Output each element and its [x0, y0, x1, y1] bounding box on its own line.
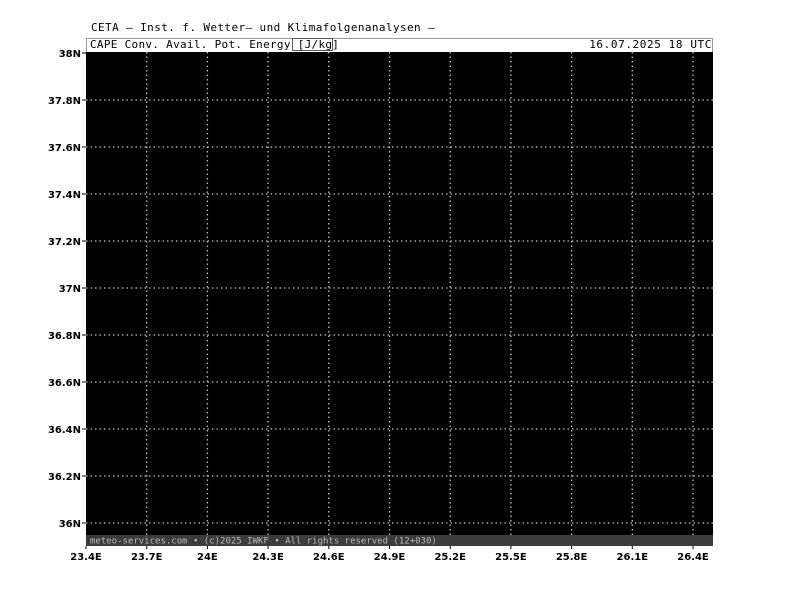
longitude-label: 24.6E — [313, 552, 345, 563]
map-background — [86, 52, 713, 546]
latitude-labels: 38N 37.8N 37.6N 37.4N 37.2N 37N 36.8N 36.6N 36.4… — [48, 49, 81, 530]
latitude-label: 36.6N — [48, 378, 81, 389]
weather-map: 38N 37.8N 37.6N 37.4N 37.2N 37N 36.8N 36.6N 36.4… — [48, 49, 713, 563]
longitude-label: 23.4E — [70, 552, 102, 563]
latitude-label: 36.4N — [48, 425, 81, 436]
longitude-label: 25.8E — [556, 552, 588, 563]
longitude-label: 24.9E — [374, 552, 406, 563]
latitude-label: 36.2N — [48, 472, 81, 483]
longitude-label: 25.2E — [434, 552, 466, 563]
latitude-label: 38N — [59, 49, 81, 60]
longitude-label: 26.4E — [677, 552, 709, 563]
latitude-label: 37N — [59, 284, 81, 295]
latitude-label: 37.6N — [48, 143, 81, 154]
longitude-label: 24E — [197, 552, 218, 563]
longitude-label: 24.3E — [252, 552, 284, 563]
longitude-label: 23.7E — [131, 552, 163, 563]
latitude-label: 37.2N — [48, 237, 81, 248]
longitude-label: 25.5E — [495, 552, 527, 563]
longitude-labels: 23.4E 23.7E 24E 24.3E 24.6E 24.9E 25.2E 25.5E 25… — [70, 552, 709, 563]
latitude-label: 37.8N — [48, 96, 81, 107]
latitude-label: 37.4N — [48, 190, 81, 201]
latitude-label: 36.8N — [48, 331, 81, 342]
longitude-label: 26.1E — [617, 552, 649, 563]
copyright-text: meteo-services.com • (c)2025 IWKF • All … — [90, 537, 437, 547]
latitude-label: 36N — [59, 519, 81, 530]
